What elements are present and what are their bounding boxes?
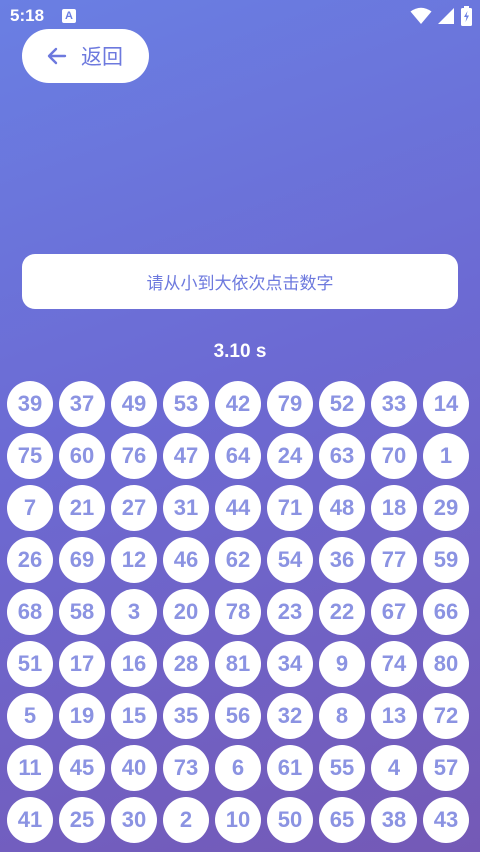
instruction-text: 请从小到大依次点击数字: [146, 274, 334, 294]
number-button[interactable]: 46: [163, 537, 209, 583]
number-button[interactable]: 70: [371, 433, 417, 479]
instruction-banner: 请从小到大依次点击数字: [22, 254, 458, 309]
number-button[interactable]: 3: [111, 589, 157, 635]
status-time: 5:18: [10, 6, 45, 25]
number-button[interactable]: 54: [267, 537, 313, 583]
number-button[interactable]: 43: [423, 797, 469, 843]
number-button[interactable]: 75: [7, 433, 53, 479]
number-button[interactable]: 74: [371, 641, 417, 687]
number-button[interactable]: 49: [111, 381, 157, 427]
number-button[interactable]: 34: [267, 641, 313, 687]
number-button[interactable]: 30: [111, 797, 157, 843]
number-button[interactable]: 40: [111, 745, 157, 791]
number-button[interactable]: 55: [319, 745, 365, 791]
number-button[interactable]: 17: [59, 641, 105, 687]
number-button[interactable]: 35: [163, 693, 209, 739]
number-button[interactable]: 18: [371, 485, 417, 531]
number-button[interactable]: 12: [111, 537, 157, 583]
number-button[interactable]: 10: [215, 797, 261, 843]
number-button[interactable]: 65: [319, 797, 365, 843]
number-button[interactable]: 48: [319, 485, 365, 531]
number-button[interactable]: 81: [215, 641, 261, 687]
number-button[interactable]: 1: [423, 433, 469, 479]
number-button[interactable]: 19: [59, 693, 105, 739]
number-button[interactable]: 45: [59, 745, 105, 791]
timer-display: 3.10 s: [213, 341, 267, 362]
number-button[interactable]: 42: [215, 381, 261, 427]
number-button[interactable]: 24: [267, 433, 313, 479]
number-button[interactable]: 22: [319, 589, 365, 635]
number-button[interactable]: 21: [59, 485, 105, 531]
number-button[interactable]: 78: [215, 589, 261, 635]
number-button[interactable]: 71: [267, 485, 313, 531]
number-button[interactable]: 4: [371, 745, 417, 791]
number-button[interactable]: 50: [267, 797, 313, 843]
number-button[interactable]: 60: [59, 433, 105, 479]
number-button[interactable]: 28: [163, 641, 209, 687]
number-button[interactable]: 56: [215, 693, 261, 739]
number-button[interactable]: 66: [423, 589, 469, 635]
number-button[interactable]: 13: [371, 693, 417, 739]
notification-icon: A: [62, 9, 76, 23]
wifi-icon: [410, 7, 432, 24]
number-button[interactable]: 44: [215, 485, 261, 531]
number-button[interactable]: 32: [267, 693, 313, 739]
number-button[interactable]: 29: [423, 485, 469, 531]
number-button[interactable]: 33: [371, 381, 417, 427]
number-button[interactable]: 16: [111, 641, 157, 687]
number-grid: 39 37 49 53 42 79 52 33 14 75 60 76 47 64 24 63 70 1 7 21 27…: [7, 381, 473, 843]
number-button[interactable]: 8: [319, 693, 365, 739]
number-button[interactable]: 67: [371, 589, 417, 635]
number-button[interactable]: 23: [267, 589, 313, 635]
number-button[interactable]: 79: [267, 381, 313, 427]
number-button[interactable]: 64: [215, 433, 261, 479]
number-button[interactable]: 58: [59, 589, 105, 635]
number-button[interactable]: 61: [267, 745, 313, 791]
number-button[interactable]: 15: [111, 693, 157, 739]
status-bar: 5:18 A: [0, 0, 480, 32]
back-button[interactable]: 返回: [22, 29, 149, 83]
number-button[interactable]: 69: [59, 537, 105, 583]
number-button[interactable]: 76: [111, 433, 157, 479]
number-button[interactable]: 31: [163, 485, 209, 531]
number-button[interactable]: 53: [163, 381, 209, 427]
number-button[interactable]: 72: [423, 693, 469, 739]
number-button[interactable]: 9: [319, 641, 365, 687]
battery-icon: [461, 6, 472, 26]
number-button[interactable]: 2: [163, 797, 209, 843]
number-button[interactable]: 5: [7, 693, 53, 739]
number-button[interactable]: 80: [423, 641, 469, 687]
number-button[interactable]: 38: [371, 797, 417, 843]
number-button[interactable]: 47: [163, 433, 209, 479]
arrow-left-icon: [47, 47, 67, 65]
number-button[interactable]: 41: [7, 797, 53, 843]
number-button[interactable]: 77: [371, 537, 417, 583]
number-button[interactable]: 20: [163, 589, 209, 635]
signal-icon: [438, 8, 454, 24]
number-button[interactable]: 37: [59, 381, 105, 427]
number-button[interactable]: 51: [7, 641, 53, 687]
number-button[interactable]: 73: [163, 745, 209, 791]
number-button[interactable]: 6: [215, 745, 261, 791]
number-button[interactable]: 57: [423, 745, 469, 791]
number-button[interactable]: 14: [423, 381, 469, 427]
number-button[interactable]: 11: [7, 745, 53, 791]
number-button[interactable]: 36: [319, 537, 365, 583]
number-button[interactable]: 52: [319, 381, 365, 427]
number-button[interactable]: 68: [7, 589, 53, 635]
number-button[interactable]: 26: [7, 537, 53, 583]
number-button[interactable]: 27: [111, 485, 157, 531]
number-button[interactable]: 63: [319, 433, 365, 479]
number-button[interactable]: 62: [215, 537, 261, 583]
number-button[interactable]: 59: [423, 537, 469, 583]
number-button[interactable]: 7: [7, 485, 53, 531]
back-button-label: 返回: [81, 45, 123, 69]
number-button[interactable]: 39: [7, 381, 53, 427]
number-button[interactable]: 25: [59, 797, 105, 843]
